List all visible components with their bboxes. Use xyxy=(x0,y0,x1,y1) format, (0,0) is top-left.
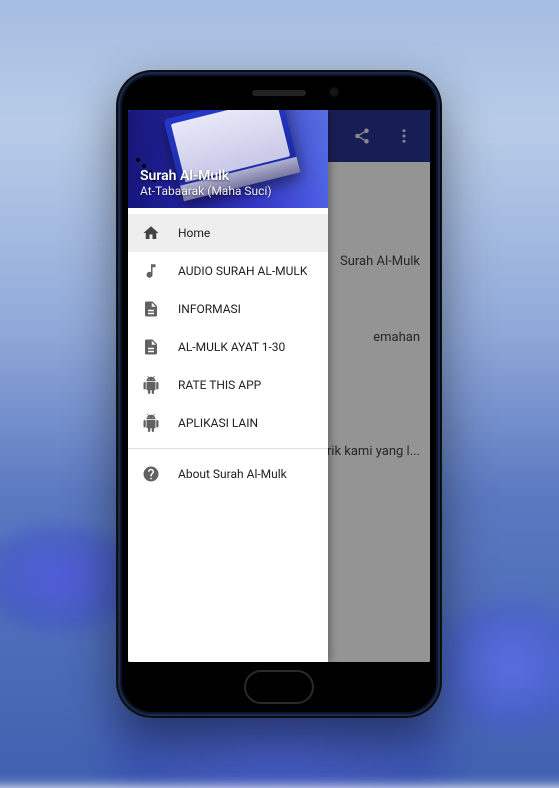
nav-list: Home AUDIO SURAH AL-MULK INFORMASI xyxy=(128,208,328,499)
drawer-header: Surah Al-Mulk At-Tabaarak (Maha Suci) xyxy=(128,110,328,208)
nav-separator xyxy=(128,448,328,449)
nav-item-rate[interactable]: RATE THIS APP xyxy=(128,366,328,404)
nav-item-home[interactable]: Home xyxy=(128,214,328,252)
nav-item-label: AL-MULK AYAT 1-30 xyxy=(178,340,285,354)
phone-mockup: Surah Al-Mulk emahan arik kami yang l...… xyxy=(116,70,442,718)
help-icon xyxy=(142,465,160,483)
document-icon xyxy=(142,338,160,356)
phone-home-button[interactable] xyxy=(244,670,314,704)
nav-item-label: About Surah Al-Mulk xyxy=(178,467,287,481)
android-icon xyxy=(142,376,160,394)
nav-item-label: Home xyxy=(178,226,210,240)
navigation-drawer: Surah Al-Mulk At-Tabaarak (Maha Suci) Ho… xyxy=(128,110,328,662)
nav-item-ayat[interactable]: AL-MULK AYAT 1-30 xyxy=(128,328,328,366)
drawer-scrim[interactable] xyxy=(328,110,430,662)
screen: Surah Al-Mulk emahan arik kami yang l...… xyxy=(128,110,430,662)
nav-item-label: RATE THIS APP xyxy=(178,378,261,392)
nav-item-label: AUDIO SURAH AL-MULK xyxy=(178,264,307,278)
drawer-subtitle: At-Tabaarak (Maha Suci) xyxy=(140,184,272,198)
nav-item-audio[interactable]: AUDIO SURAH AL-MULK xyxy=(128,252,328,290)
android-icon xyxy=(142,414,160,432)
drawer-title: Surah Al-Mulk xyxy=(140,168,272,184)
phone-camera xyxy=(329,87,339,97)
document-icon xyxy=(142,300,160,318)
nav-item-label: APLIKASI LAIN xyxy=(178,416,258,430)
nav-item-other-apps[interactable]: APLIKASI LAIN xyxy=(128,404,328,442)
nav-item-label: INFORMASI xyxy=(178,302,241,316)
nav-item-about[interactable]: About Surah Al-Mulk xyxy=(128,455,328,493)
home-icon xyxy=(142,224,160,242)
music-note-icon xyxy=(142,262,160,280)
phone-speaker xyxy=(252,90,306,96)
nav-item-informasi[interactable]: INFORMASI xyxy=(128,290,328,328)
